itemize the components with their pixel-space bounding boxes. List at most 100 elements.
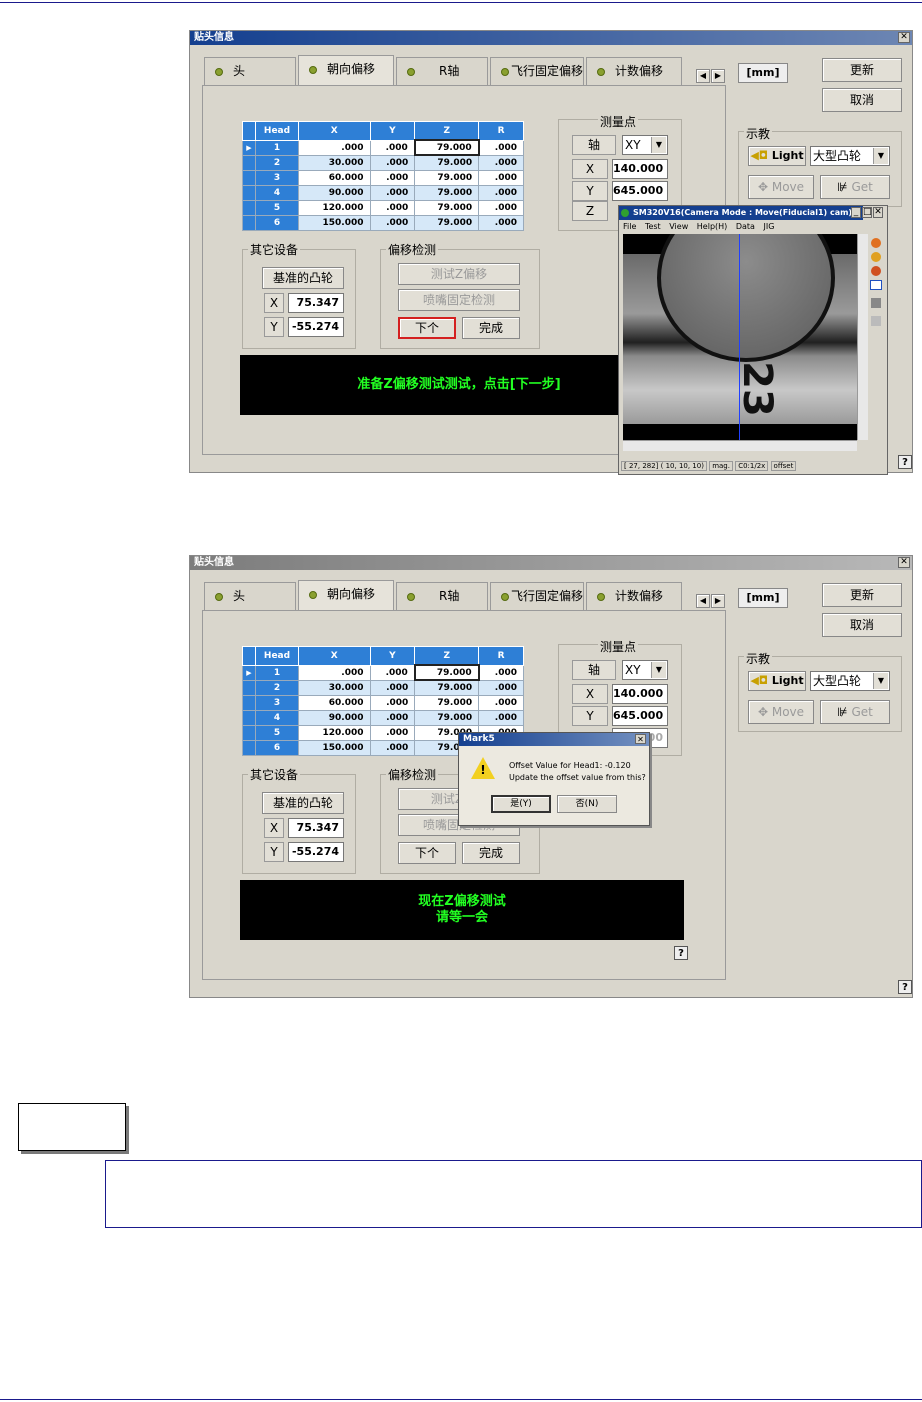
measure-x-field[interactable]: 140.000	[612, 684, 668, 704]
axis-select[interactable]: XY ▼	[622, 660, 668, 680]
next-button[interactable]: 下个	[398, 317, 456, 339]
unit-label: [mm]	[738, 588, 788, 608]
frame-icon[interactable]	[870, 280, 882, 290]
tab-count-offset[interactable]: 计数偏移	[586, 582, 682, 610]
measure-label: 测量点	[598, 113, 639, 130]
other-x-field[interactable]: 75.347	[288, 818, 344, 838]
menu-help[interactable]: Help(H)	[697, 222, 728, 231]
tab-orientation-offset[interactable]: 朝向偏移	[298, 55, 394, 85]
note-label-box	[18, 1103, 126, 1151]
menu-data[interactable]: Data	[736, 222, 755, 231]
tab-scroll-right[interactable]: ▶	[711, 594, 725, 608]
other-x-field[interactable]: 75.347	[288, 293, 344, 313]
update-button[interactable]: 更新	[822, 583, 902, 607]
menu-test[interactable]: Test	[645, 222, 661, 231]
column-r: R	[478, 646, 524, 666]
help-button[interactable]: ?	[898, 455, 912, 469]
other-devices-label: 其它设备	[248, 241, 301, 258]
footer-rule	[0, 1399, 922, 1400]
no-button[interactable]: 否(N)	[557, 795, 617, 813]
measure-y-field[interactable]: 645.000	[612, 706, 668, 726]
menu-jig[interactable]: JIG	[763, 222, 774, 231]
table-row[interactable]: 4 90.000.000 79.000.000	[242, 184, 524, 201]
finish-button[interactable]: 完成	[462, 317, 520, 339]
menu-view[interactable]: View	[669, 222, 688, 231]
panel-help-button[interactable]: ?	[674, 946, 688, 960]
light-button[interactable]: ◀◘ Light	[748, 671, 806, 691]
get-button[interactable]: ⊯ Get	[820, 175, 890, 199]
move-button[interactable]: ✥ Move	[748, 700, 814, 724]
finish-button[interactable]: 完成	[462, 842, 520, 864]
menu-file[interactable]: File	[623, 222, 636, 231]
camera-window-title: SM320V16(Camera Mode : Move(Fiducial1) c…	[619, 206, 863, 220]
camera-select[interactable]: 大型凸轮 ▼	[810, 671, 890, 691]
test-z-offset-button[interactable]: 测试Z偏移	[398, 263, 520, 285]
measure-y-field[interactable]: 645.000	[612, 181, 668, 201]
table-row[interactable]: 6150.000.00079.000.000	[242, 214, 524, 231]
close-icon[interactable]: ✕	[635, 734, 646, 744]
table-row[interactable]: 5120.000.00079.000.000	[242, 199, 524, 216]
tab-head[interactable]: 头	[204, 57, 296, 85]
close-icon[interactable]: ✕	[898, 32, 910, 43]
other-y-label: Y	[264, 317, 284, 337]
light-button[interactable]: ◀◘ Light	[748, 146, 806, 166]
table-row[interactable]: 4 90.000.000 79.000.000	[242, 709, 524, 726]
close-icon[interactable]: ✕	[873, 207, 883, 218]
measure-x-field[interactable]: 140.000	[612, 159, 668, 179]
tab-r-axis[interactable]: R轴	[396, 582, 488, 610]
close-icon[interactable]: ✕	[898, 557, 910, 568]
camera-status-bar: [ 27, 282] ( 10, 10, 10) mag. C0:1/2x of…	[621, 460, 883, 472]
tab-scroll-left[interactable]: ◀	[696, 69, 710, 83]
column-x: X	[298, 646, 371, 666]
other-y-field[interactable]: -55.274	[288, 842, 344, 862]
cancel-button[interactable]: 取消	[822, 613, 902, 637]
status-dot-icon	[407, 67, 415, 76]
maximize-icon[interactable]: □	[862, 207, 872, 218]
move-button[interactable]: ✥ Move	[748, 175, 814, 199]
axis-select[interactable]: XY ▼	[622, 135, 668, 155]
table-row[interactable]: 3 60.000.000 79.000.000	[242, 694, 524, 711]
camera-view[interactable]: 23	[623, 234, 857, 440]
table-row[interactable]: ▶ 1.000.000 79.000.000	[242, 664, 524, 681]
column-z: Z	[414, 121, 480, 141]
minimize-icon[interactable]: _	[851, 207, 861, 218]
tab-count-offset[interactable]: 计数偏移	[586, 57, 682, 85]
table-row[interactable]: 2 30.000.000 79.000.000	[242, 679, 524, 696]
ref-camera-button[interactable]: 基准的凸轮	[262, 267, 344, 289]
vertical-scrollbar[interactable]	[857, 234, 868, 440]
dialog-title: Mark5	[459, 733, 649, 746]
zoom-fit-icon[interactable]	[871, 266, 881, 276]
tab-flight-offset[interactable]: 飞行固定偏移	[490, 582, 584, 610]
camera-select[interactable]: 大型凸轮 ▼	[810, 146, 890, 166]
next-button[interactable]: 下个	[398, 842, 456, 864]
column-x: X	[298, 121, 371, 141]
table-row[interactable]: ▶ 1.000.000 79.000.000	[242, 139, 524, 156]
offset-table[interactable]: Head X Y Z R ▶ 1.000.000 79.000.000 2 30.00…	[242, 121, 524, 231]
cancel-button[interactable]: 取消	[822, 88, 902, 112]
note-frame	[105, 1160, 922, 1228]
gray-block-icon[interactable]	[871, 298, 881, 308]
yes-button[interactable]: 是(Y)	[491, 795, 551, 813]
move-icon: ✥	[757, 705, 769, 719]
tool-icon[interactable]	[871, 316, 881, 326]
help-button[interactable]: ?	[898, 980, 912, 994]
tab-scroll-right[interactable]: ▶	[711, 69, 725, 83]
measure-z-label: Z	[572, 201, 608, 221]
tab-r-axis[interactable]: R轴	[396, 57, 488, 85]
nozzle-check-button[interactable]: 喷嘴固定检测	[398, 289, 520, 311]
offset-check-label: 偏移检测	[386, 241, 439, 258]
tab-orientation-offset[interactable]: 朝向偏移	[298, 580, 394, 610]
zoom-in-icon[interactable]	[871, 238, 881, 248]
table-row[interactable]: 3 60.000.000 79.000.000	[242, 169, 524, 186]
ref-camera-button[interactable]: 基准的凸轮	[262, 792, 344, 814]
other-y-field[interactable]: -55.274	[288, 317, 344, 337]
other-devices-label: 其它设备	[248, 766, 301, 783]
tab-flight-offset[interactable]: 飞行固定偏移	[490, 57, 584, 85]
table-row[interactable]: 2 30.000.000 79.000.000	[242, 154, 524, 171]
tab-head[interactable]: 头	[204, 582, 296, 610]
zoom-out-icon[interactable]	[871, 252, 881, 262]
horizontal-scrollbar[interactable]	[623, 440, 857, 451]
get-button[interactable]: ⊯ Get	[820, 700, 890, 724]
update-button[interactable]: 更新	[822, 58, 902, 82]
tab-scroll-left[interactable]: ◀	[696, 594, 710, 608]
